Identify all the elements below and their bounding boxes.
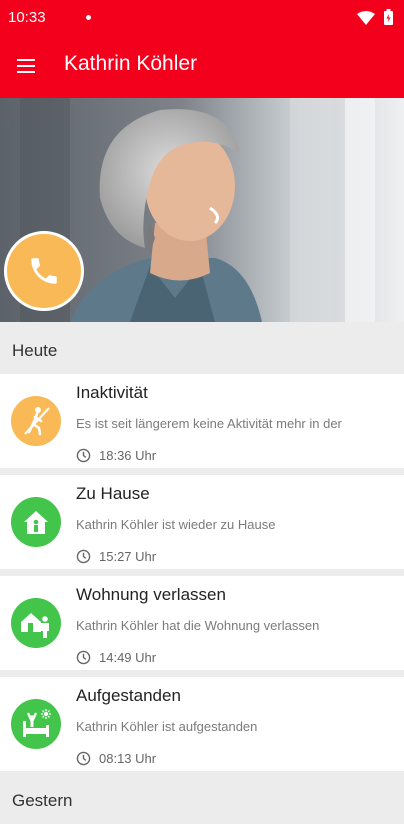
status-time: 10:33 [8,9,46,26]
event-title: Aufgestanden [76,686,181,705]
page-title: Kathrin Köhler [64,52,198,75]
event-title: Zu Hause [76,484,150,503]
battery-icon [384,9,393,25]
got-up-icon [11,699,61,749]
event-time: 08:13 Uhr [99,751,157,766]
event-text: Es ist seit längerem keine Aktivität meh… [76,416,342,431]
clock-icon [76,751,91,766]
clock-icon [76,650,91,665]
section-header-yesterday: Gestern [0,772,404,824]
event-card-left-home[interactable]: Wohnung verlassen Kathrin Köhler hat die… [0,576,404,670]
event-title: Inaktivität [76,383,148,402]
event-card-got-up[interactable]: Aufgestanden Kathrin Köhler ist aufgesta… [0,677,404,771]
section-title: Gestern [12,791,73,810]
section-title: Heute [12,341,58,360]
notification-dot-icon [86,15,91,20]
event-text: Kathrin Köhler ist aufgestanden [76,719,258,734]
event-card-home[interactable]: Zu Hause Kathrin Köhler ist wieder zu Ha… [0,475,404,569]
clock-icon [76,549,91,564]
event-time: 18:36 Uhr [99,448,157,463]
wifi-icon [357,11,375,25]
event-time: 15:27 Uhr [99,549,157,564]
home-icon [11,497,61,547]
event-card-inactivity[interactable]: Inaktivität Es ist seit längerem keine A… [0,374,404,468]
app-bar: Kathrin Köhler [0,36,404,98]
event-text: Kathrin Köhler ist wieder zu Hause [76,517,276,532]
section-header-today: Heute [0,322,404,374]
event-time: 14:49 Uhr [99,650,157,665]
inactivity-icon [11,396,61,446]
call-button[interactable] [4,231,84,311]
status-bar: 10:33 [0,0,404,36]
phone-icon [31,258,57,284]
event-text: Kathrin Köhler hat die Wohnung verlassen [76,618,320,633]
event-title: Wohnung verlassen [76,585,226,604]
clock-icon [76,448,91,463]
hamburger-menu-icon[interactable] [14,56,40,78]
left-home-icon [11,598,61,648]
